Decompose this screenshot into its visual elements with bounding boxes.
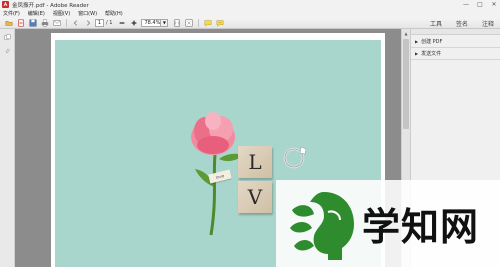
- create-icon[interactable]: [16, 18, 25, 27]
- page-total: / 1: [106, 19, 113, 26]
- menu-edit[interactable]: 编辑(E): [28, 10, 45, 17]
- expand-arrow-icon: ▶: [415, 39, 419, 44]
- letter-tile-v: V: [238, 181, 272, 213]
- close-button[interactable]: ✕: [490, 1, 498, 8]
- title-bar: 金凤振开.pdf - Adobe Reader — □ ✕: [0, 0, 500, 9]
- toolbar-separator: [66, 18, 67, 27]
- tools-pane-link[interactable]: 工具: [430, 19, 442, 28]
- watermark-logo-icon: [290, 191, 354, 260]
- attachment-icon[interactable]: [3, 46, 11, 54]
- prev-page-icon[interactable]: [71, 18, 80, 27]
- comment-icon[interactable]: [203, 18, 212, 27]
- zoom-dropdown-button[interactable]: ▼: [161, 18, 169, 27]
- full-screen-icon[interactable]: [184, 18, 193, 27]
- zoom-level-input[interactable]: 78.4%: [141, 18, 162, 27]
- menu-bar: 文件(F) 编辑(E) 视图(V) 窗口(W) 帮助(H): [0, 9, 500, 17]
- minimize-button[interactable]: —: [462, 1, 470, 8]
- send-file-label: 发送文件: [421, 51, 442, 57]
- fit-page-icon[interactable]: [172, 18, 181, 27]
- open-icon[interactable]: [4, 18, 13, 27]
- panel-divider: [411, 59, 500, 60]
- create-pdf-item[interactable]: ▶ 创建 PDF: [415, 37, 442, 46]
- zoom-out-icon[interactable]: [117, 18, 126, 27]
- zoom-in-icon[interactable]: [129, 18, 138, 27]
- menu-help[interactable]: 帮助(H): [105, 10, 123, 17]
- navigation-pane: [0, 29, 15, 267]
- toolbar: 1 / 1 78.4% ▼ 工具 签名 注释: [0, 17, 500, 29]
- scroll-up-icon[interactable]: ▲: [402, 30, 410, 37]
- save-icon[interactable]: [28, 18, 37, 27]
- send-file-item[interactable]: ▶ 发送文件: [415, 49, 441, 58]
- panel-header: [411, 29, 500, 35]
- scroll-thumb[interactable]: [403, 39, 409, 129]
- sign-pane-link[interactable]: 签名: [456, 19, 468, 28]
- letter-tile-l: L: [238, 146, 272, 178]
- maximize-button[interactable]: □: [476, 1, 484, 8]
- menu-view[interactable]: 视图(V): [53, 10, 70, 17]
- toolbar-separator: [198, 18, 200, 27]
- create-pdf-label: 创建 PDF: [421, 39, 443, 45]
- window-title: 金凤振开.pdf - Adobe Reader: [12, 2, 89, 9]
- page-thumbnails-icon[interactable]: [3, 33, 11, 41]
- watermark: 学知网: [276, 180, 500, 267]
- panel-divider: [411, 47, 500, 48]
- ring-illustration: [283, 146, 307, 169]
- menu-file[interactable]: 文件(F): [3, 10, 20, 17]
- email-icon[interactable]: [52, 18, 61, 27]
- sign-icon[interactable]: [215, 18, 224, 27]
- menu-window[interactable]: 窗口(W): [78, 10, 97, 17]
- next-page-icon[interactable]: [83, 18, 92, 27]
- comment-pane-link[interactable]: 注释: [482, 19, 494, 28]
- print-icon[interactable]: [40, 18, 49, 27]
- adobe-reader-icon: [2, 1, 9, 8]
- expand-arrow-icon: ▶: [415, 51, 419, 56]
- watermark-text: 学知网: [362, 205, 480, 249]
- page-number-input[interactable]: 1: [95, 18, 104, 27]
